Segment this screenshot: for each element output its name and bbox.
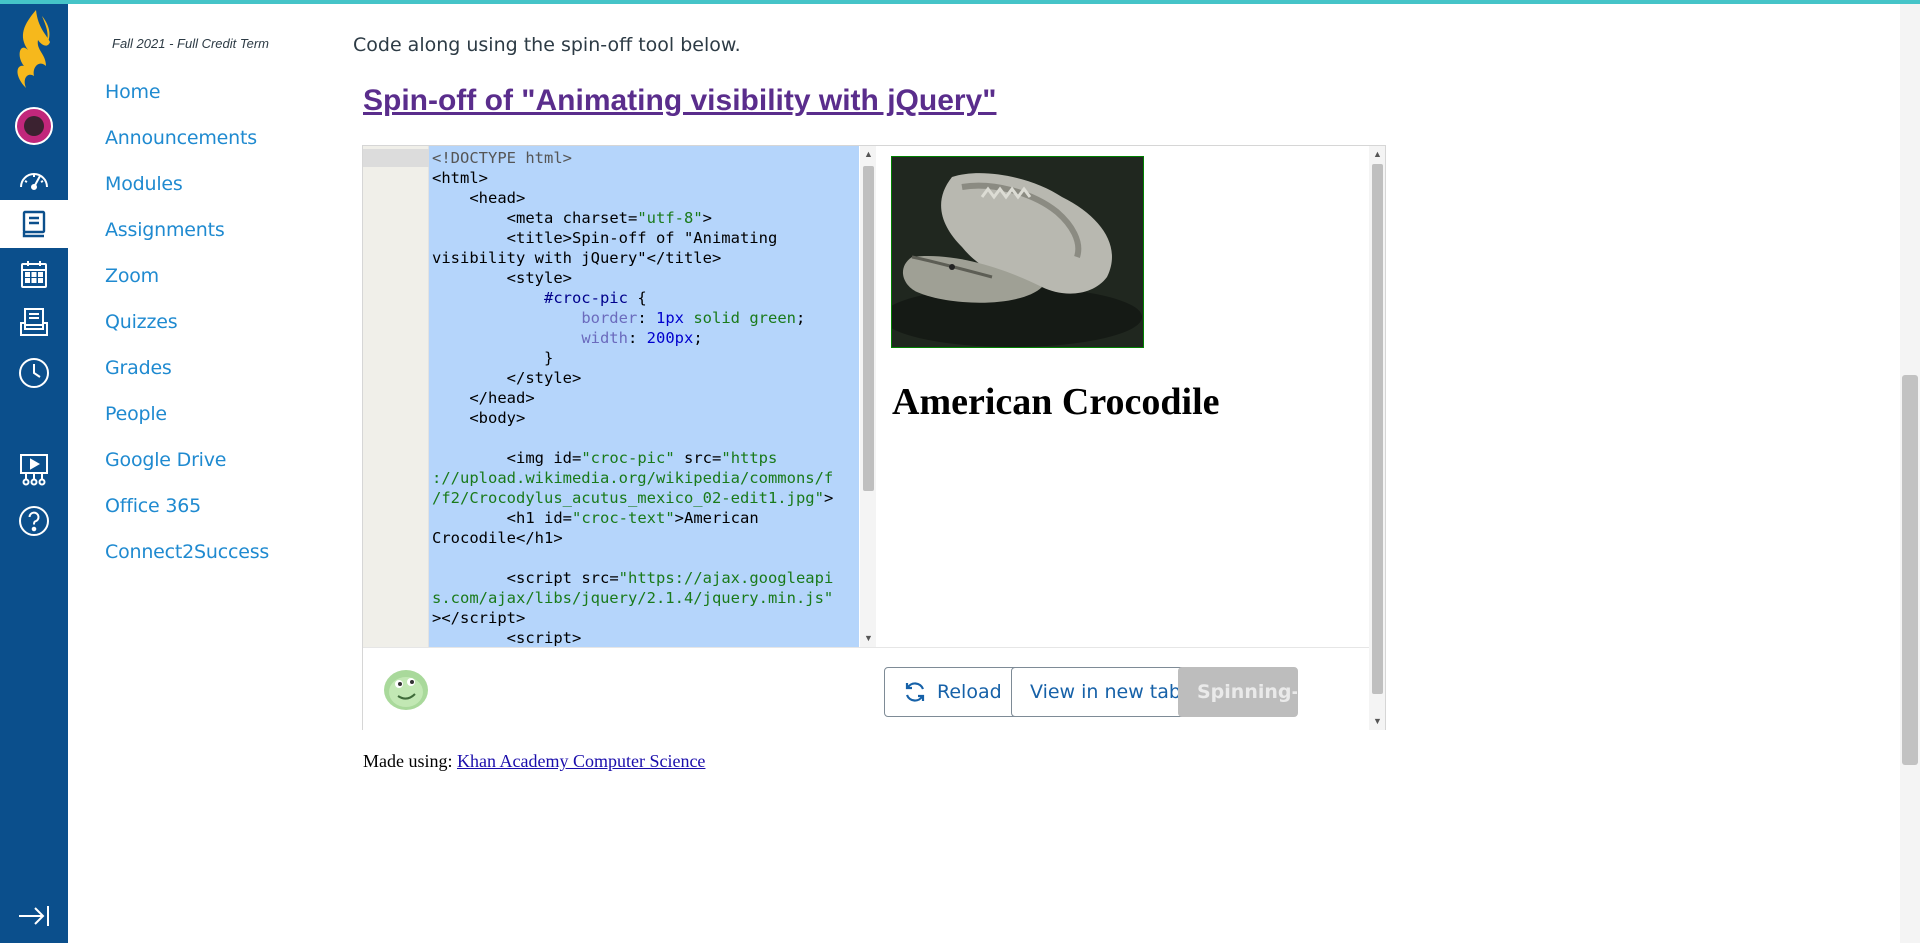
khan-avatar-icon bbox=[383, 668, 429, 717]
scroll-down-arrow[interactable]: ▼ bbox=[1373, 716, 1382, 726]
course-nav-label: Quizzes bbox=[105, 311, 178, 333]
intro-text: Code along using the spin-off tool below… bbox=[353, 34, 741, 56]
calendar-icon bbox=[21, 261, 47, 288]
spinning-off-label: Spinning-of bbox=[1197, 681, 1297, 703]
courses-nav-item[interactable] bbox=[0, 200, 68, 248]
page-scrollbar[interactable] bbox=[1900, 0, 1920, 943]
spinoff-title-link[interactable]: Spin-off of "Animating visibility with j… bbox=[363, 84, 996, 118]
course-nav-label: Grades bbox=[105, 357, 172, 379]
course-nav-label: Connect2Success bbox=[105, 541, 270, 563]
khan-academy-link[interactable]: Khan Academy Computer Science bbox=[457, 751, 705, 771]
preview-scrollbar[interactable]: ▲ ▼ bbox=[1369, 146, 1385, 730]
course-nav-zoom[interactable]: Zoom bbox=[105, 262, 269, 308]
output-preview: American Crocodile bbox=[881, 146, 1369, 647]
course-nav-label: Assignments bbox=[105, 219, 225, 241]
line-numbers: 1 2 ▾ 3 ▾ 4 5 6 ▾ 7 ▾ 8 9 10 11 12 13 ▾ … bbox=[363, 149, 466, 647]
editor-gutter: 1 2 ▾ 3 ▾ 4 5 6 ▾ 7 ▾ 8 9 10 11 12 13 ▾ … bbox=[363, 146, 466, 647]
course-nav-label: Google Drive bbox=[105, 449, 227, 471]
spinning-off-button[interactable]: Spinning-of bbox=[1178, 667, 1298, 717]
help-icon bbox=[19, 506, 49, 536]
course-nav-label: Zoom bbox=[105, 265, 159, 287]
crocodile-heading: American Crocodile bbox=[892, 381, 1220, 423]
editor-scroll-thumb[interactable] bbox=[863, 166, 874, 491]
course-nav: Fall 2021 - Full Credit Term Home Announ… bbox=[68, 0, 338, 943]
page-scroll-thumb[interactable] bbox=[1902, 375, 1918, 765]
view-new-tab-button[interactable]: View in new tab bbox=[1011, 667, 1200, 717]
code-area[interactable]: <!DOCTYPE html> <html> <head> <meta char… bbox=[429, 146, 859, 647]
editor-scrollbar[interactable]: ▲ ▼ bbox=[860, 146, 876, 647]
course-nav-announcements[interactable]: Announcements bbox=[105, 124, 269, 170]
collapse-nav-button[interactable] bbox=[0, 892, 68, 940]
made-using-text: Made using: Khan Academy Computer Scienc… bbox=[363, 751, 705, 772]
clock-icon bbox=[19, 358, 49, 388]
view-new-tab-label: View in new tab bbox=[1030, 681, 1181, 703]
history-nav-item[interactable] bbox=[0, 349, 68, 397]
crocodile-image bbox=[891, 156, 1144, 348]
course-nav-people[interactable]: People bbox=[105, 400, 269, 446]
scroll-up-arrow[interactable]: ▲ bbox=[864, 149, 873, 159]
dashboard-icon bbox=[20, 173, 48, 190]
course-nav-home[interactable]: Home bbox=[105, 78, 269, 124]
course-nav-office-365[interactable]: Office 365 bbox=[105, 492, 269, 538]
main-content: Code along using the spin-off tool below… bbox=[353, 0, 1893, 943]
course-nav-label: Home bbox=[105, 81, 161, 103]
course-nav-assignments[interactable]: Assignments bbox=[105, 216, 269, 262]
code-text: <!DOCTYPE html> <html> <head> <meta char… bbox=[432, 149, 834, 647]
inbox-icon bbox=[20, 308, 48, 336]
course-nav-list: Home Announcements Modules Assignments Z… bbox=[105, 78, 269, 584]
course-nav-grades[interactable]: Grades bbox=[105, 354, 269, 400]
made-using-prefix: Made using: bbox=[363, 751, 457, 771]
help-nav-item[interactable] bbox=[0, 497, 68, 545]
preview-scroll-thumb[interactable] bbox=[1372, 164, 1383, 694]
global-nav bbox=[0, 0, 68, 943]
scroll-up-arrow[interactable]: ▲ bbox=[1373, 149, 1382, 159]
account-avatar[interactable] bbox=[0, 102, 68, 150]
course-nav-label: Announcements bbox=[105, 127, 257, 149]
collapse-nav-icon bbox=[19, 906, 49, 926]
course-nav-label: Office 365 bbox=[105, 495, 202, 517]
calendar-nav-item[interactable] bbox=[0, 250, 68, 298]
scroll-down-arrow[interactable]: ▼ bbox=[864, 633, 873, 643]
code-editor[interactable]: 1 2 ▾ 3 ▾ 4 5 6 ▾ 7 ▾ 8 9 10 11 12 13 ▾ … bbox=[363, 146, 876, 647]
course-nav-connect2success[interactable]: Connect2Success bbox=[105, 538, 269, 584]
courses-icon bbox=[22, 210, 46, 238]
institution-logo[interactable] bbox=[6, 6, 62, 96]
reload-label: Reload bbox=[937, 681, 1002, 703]
course-nav-label: Modules bbox=[105, 173, 183, 195]
course-nav-label: People bbox=[105, 403, 167, 425]
course-nav-quizzes[interactable]: Quizzes bbox=[105, 308, 269, 354]
spinoff-widget: 1 2 ▾ 3 ▾ 4 5 6 ▾ 7 ▾ 8 9 10 11 12 13 ▾ … bbox=[362, 145, 1386, 730]
spinoff-footer: Reload View in new tab Spinning-of bbox=[363, 647, 1369, 730]
studio-nav-item[interactable] bbox=[0, 446, 68, 494]
dashboard-nav-item[interactable] bbox=[0, 155, 68, 203]
course-nav-modules[interactable]: Modules bbox=[105, 170, 269, 216]
avatar bbox=[15, 107, 53, 145]
refresh-icon bbox=[905, 682, 925, 702]
reload-button[interactable]: Reload bbox=[884, 667, 1021, 717]
studio-icon bbox=[20, 454, 48, 486]
inbox-nav-item[interactable] bbox=[0, 298, 68, 346]
term-label: Fall 2021 - Full Credit Term bbox=[112, 36, 270, 51]
top-accent-bar bbox=[0, 0, 1920, 4]
course-nav-google-drive[interactable]: Google Drive bbox=[105, 446, 269, 492]
